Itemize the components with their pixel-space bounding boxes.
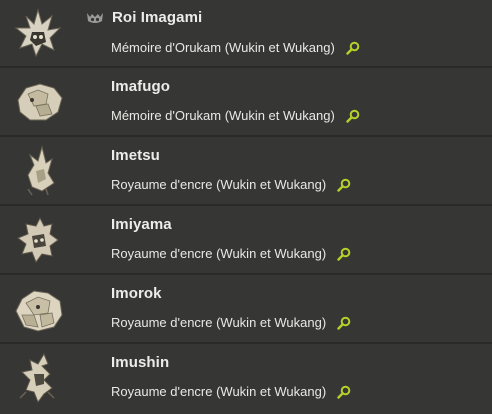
monster-portrait-icon: [8, 6, 68, 62]
monster-row[interactable]: Imetsu Royaume d'encre (Wukin et Wukang): [0, 137, 492, 206]
monster-name: Imetsu: [111, 147, 160, 164]
boss-skull-icon: [84, 11, 106, 25]
monster-row[interactable]: Imushin Royaume d'encre (Wukin et Wukang…: [0, 344, 492, 414]
search-icon[interactable]: [346, 41, 360, 55]
monster-list: Roi Imagami Mémoire d'Orukam (Wukin et W…: [0, 0, 492, 414]
monster-portrait-icon: [8, 74, 68, 130]
monster-name: Imushin: [111, 354, 170, 371]
monster-row[interactable]: Imiyama Royaume d'encre (Wukin et Wukang…: [0, 206, 492, 275]
monster-portrait-icon: [8, 281, 68, 337]
monster-location: Mémoire d'Orukam (Wukin et Wukang): [111, 108, 335, 123]
monster-row[interactable]: Imafugo Mémoire d'Orukam (Wukin et Wukan…: [0, 68, 492, 137]
monster-portrait-icon: [8, 350, 68, 406]
search-icon[interactable]: [337, 247, 351, 261]
monster-location: Mémoire d'Orukam (Wukin et Wukang): [111, 40, 335, 55]
search-icon[interactable]: [337, 385, 351, 399]
search-icon[interactable]: [346, 109, 360, 123]
monster-portrait-icon: [8, 212, 68, 268]
monster-name: Roi Imagami: [112, 9, 203, 26]
monster-name: Imiyama: [111, 216, 172, 233]
monster-location: Royaume d'encre (Wukin et Wukang): [111, 315, 327, 330]
search-icon[interactable]: [337, 316, 351, 330]
monster-name: Imafugo: [111, 78, 171, 95]
monster-location: Royaume d'encre (Wukin et Wukang): [111, 177, 327, 192]
monster-location: Royaume d'encre (Wukin et Wukang): [111, 384, 327, 399]
monster-name: Imorok: [111, 285, 162, 302]
monster-location: Royaume d'encre (Wukin et Wukang): [111, 246, 327, 261]
search-icon[interactable]: [337, 178, 351, 192]
monster-portrait-icon: [8, 143, 68, 199]
monster-row[interactable]: Roi Imagami Mémoire d'Orukam (Wukin et W…: [0, 0, 492, 68]
monster-row[interactable]: Imorok Royaume d'encre (Wukin et Wukang): [0, 275, 492, 344]
